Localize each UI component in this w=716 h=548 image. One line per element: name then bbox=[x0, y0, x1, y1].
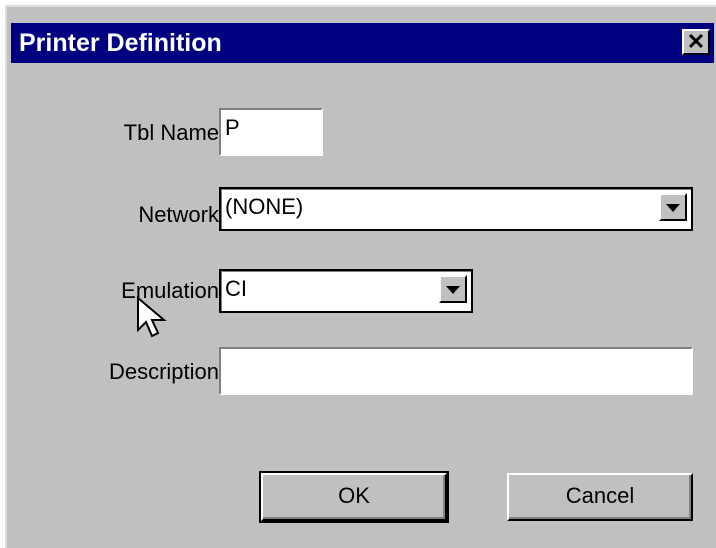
chevron-down-icon bbox=[666, 204, 680, 212]
window-title: Printer Definition bbox=[19, 29, 222, 57]
ok-button[interactable]: OK bbox=[259, 471, 449, 523]
chevron-down-icon bbox=[446, 286, 460, 294]
network-label: Network bbox=[138, 202, 219, 227]
description-input[interactable] bbox=[219, 347, 693, 395]
network-dropdown-button[interactable] bbox=[659, 193, 687, 221]
emulation-label: Emulation bbox=[121, 278, 219, 303]
title-bar: Printer Definition ✕ bbox=[11, 23, 714, 63]
network-select[interactable]: (NONE) bbox=[219, 187, 693, 231]
mouse-cursor-icon bbox=[137, 296, 167, 338]
emulation-select[interactable]: CI bbox=[219, 269, 473, 313]
emulation-value: CI bbox=[225, 276, 247, 301]
cancel-button[interactable]: Cancel bbox=[507, 473, 693, 521]
close-icon: ✕ bbox=[686, 29, 706, 54]
network-value: (NONE) bbox=[225, 194, 304, 219]
tbl-name-input[interactable]: P bbox=[219, 108, 323, 156]
description-label: Description bbox=[108, 359, 219, 384]
emulation-dropdown-button[interactable] bbox=[439, 275, 467, 303]
tbl-name-label: Tbl Name bbox=[123, 120, 219, 145]
printer-definition-dialog: Printer Definition ✕ Tbl Name P Network … bbox=[5, 5, 716, 548]
tbl-name-value: P bbox=[225, 115, 240, 140]
close-button[interactable]: ✕ bbox=[682, 29, 710, 55]
